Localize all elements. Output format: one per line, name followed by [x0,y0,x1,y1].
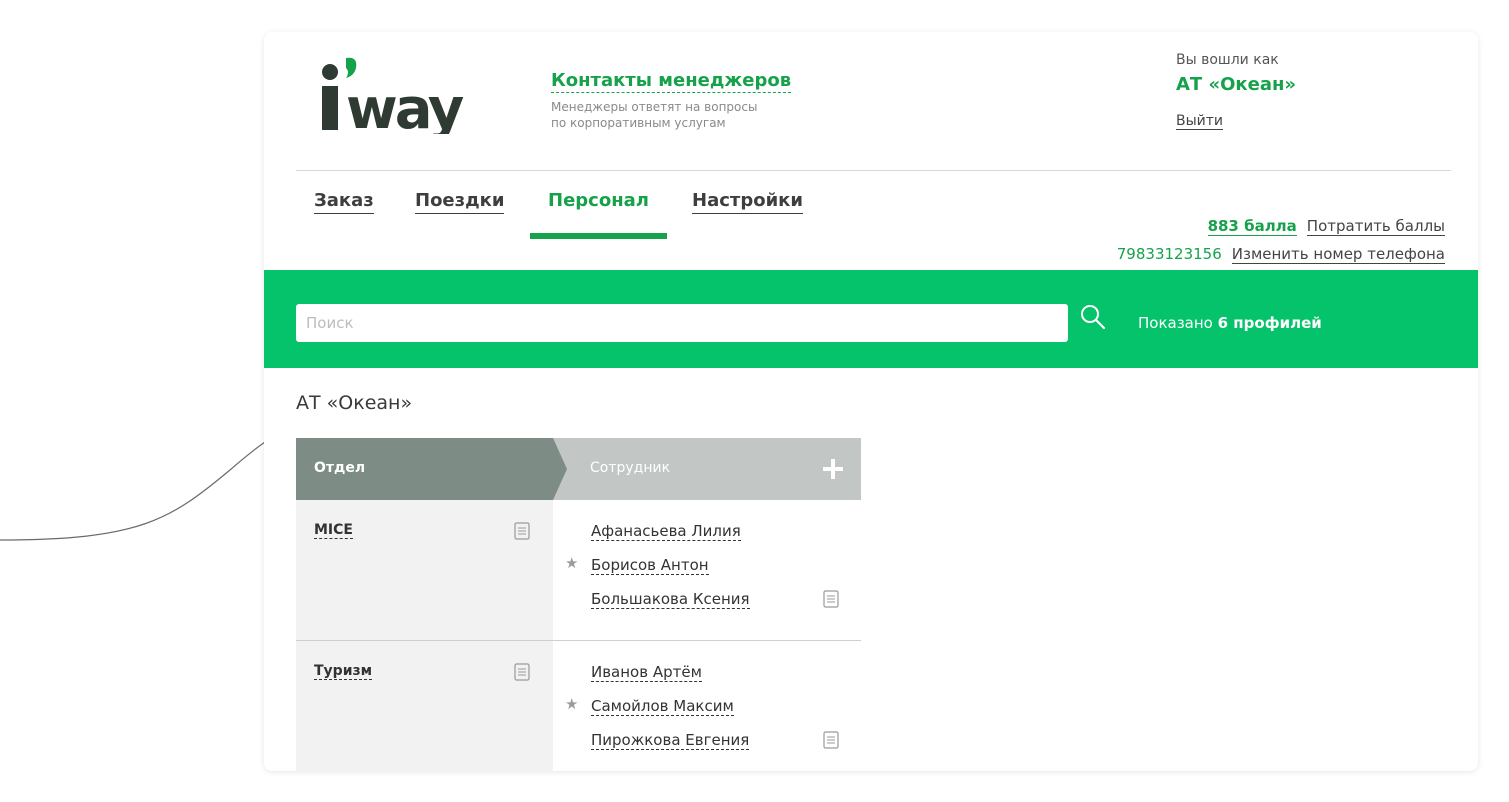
dept-cell: Туризм [296,641,553,771]
spend-points-link[interactable]: Потратить баллы [1306,217,1445,236]
header-arrow [553,438,567,500]
search-icon[interactable] [1078,302,1108,332]
logout-link[interactable]: Выйти [1176,113,1224,130]
account-info: Вы вошли как АТ «Океан» Выйти [1176,52,1296,130]
iway-logo[interactable]: way [316,52,516,134]
main-card: way Контакты менеджеров Менеджеры ответя… [264,32,1478,771]
search-band: Показано 6 профилей [264,270,1478,368]
emp-column-header: Сотрудник [590,460,671,476]
tab-settings[interactable]: Настройки [692,190,804,214]
manager-contacts: Контакты менеджеров Менеджеры ответят на… [551,70,792,131]
tab-order[interactable]: Заказ [314,190,374,214]
document-icon[interactable] [823,590,839,608]
document-icon[interactable] [823,731,839,749]
emp-cell: Афанасьева Лилия ★ Борисов Антон Большак… [553,500,861,640]
employee-link[interactable]: Афанасьева Лилия [591,522,741,541]
phone-number: 79833123156 [1116,245,1222,263]
department-row: Туризм Иванов Артём ★ Самойлов Максим Пи… [296,641,861,771]
star-icon: ★ [565,554,579,572]
tab-order-label: Заказ [314,190,374,214]
employee-link[interactable]: Большакова Ксения [591,590,750,609]
contacts-subtitle-line1: Менеджеры ответят на вопросы [551,100,758,114]
dept-column-header: Отдел [314,460,366,476]
logged-in-label: Вы вошли как [1176,52,1279,68]
employee-link[interactable]: Борисов Антон [591,556,709,575]
tab-personnel[interactable]: Персонал [548,190,649,211]
tab-personnel-label: Персонал [548,190,649,211]
search-input[interactable] [296,304,1068,342]
employee-link[interactable]: Самойлов Максим [591,697,734,716]
change-phone-link[interactable]: Изменить номер телефона [1231,245,1445,264]
tab-trips[interactable]: Поездки [415,190,505,214]
svg-text:way: way [346,77,464,134]
points-count[interactable]: 883 балла [1207,217,1297,236]
profiles-count-prefix: Показано [1138,314,1218,332]
dept-cell: MICE [296,500,553,640]
profiles-count-value: 6 профилей [1217,314,1322,332]
star-icon: ★ [565,695,579,713]
points-panel: 883 балла Потратить баллы 79833123156 Изме… [1117,212,1445,268]
tab-trips-label: Поездки [415,190,505,214]
employee-link[interactable]: Иванов Артём [591,663,702,682]
staff-table: Отдел Сотрудник MICE Афанасьева Лилия ★ … [296,438,861,771]
contacts-subtitle-line2: по корпоративным услугам [551,116,726,130]
table-header: Отдел Сотрудник [296,438,861,500]
company-title: АТ «Океан» [296,392,413,414]
employee-link[interactable]: Пирожкова Евгения [591,731,750,750]
tab-settings-label: Настройки [692,190,804,214]
account-company: АТ «Океан» [1176,74,1297,95]
manager-contacts-link[interactable]: Контакты менеджеров [551,70,792,93]
profiles-count: Показано 6 профилей [1138,314,1322,332]
dept-name[interactable]: Туризм [314,663,373,680]
dept-name[interactable]: MICE [314,522,353,539]
add-employee-button[interactable] [820,456,846,482]
emp-cell: Иванов Артём ★ Самойлов Максим Пирожкова… [553,641,861,771]
document-icon[interactable] [514,663,530,681]
manager-contacts-subtitle: Менеджеры ответят на вопросы по корпорат… [551,99,791,131]
department-row: MICE Афанасьева Лилия ★ Борисов Антон Бо… [296,500,861,641]
document-icon[interactable] [514,522,530,540]
active-tab-indicator [530,233,667,239]
header-divider [296,170,1451,171]
